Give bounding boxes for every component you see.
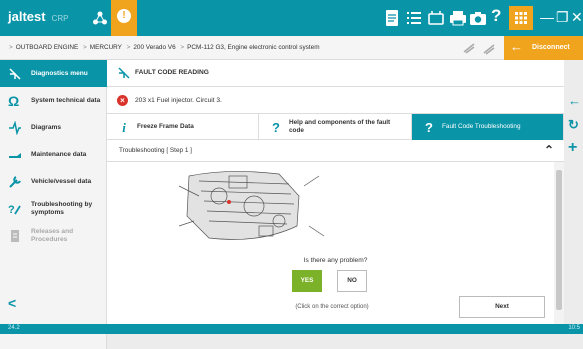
- status-bar: 24.2 10:5: [0, 324, 583, 334]
- warning-button[interactable]: !: [111, 0, 137, 36]
- sidebar-item-system-technical-data[interactable]: Ω System technical data: [0, 87, 107, 114]
- troubleshoot-icon: ?: [425, 120, 433, 135]
- sidebar: Diagnostics menu Ω System technical data…: [0, 60, 107, 349]
- error-icon: ×: [117, 95, 128, 106]
- sidebar-item-troubleshooting-by-symptoms[interactable]: ? Troubleshooting by symptoms: [0, 195, 107, 222]
- step-bar: Troubleshooting [ Step 1 ] ⌃: [107, 140, 564, 162]
- arrow-left-icon: ←: [510, 39, 523, 54]
- link-status-icon: [463, 43, 475, 54]
- diagram-icon: [9, 121, 21, 135]
- plus-icon[interactable]: +: [568, 139, 577, 157]
- tab-fault-code-troubleshooting[interactable]: ? Fault Code Troubleshooting: [412, 114, 564, 140]
- minimize-icon[interactable]: —: [540, 9, 554, 25]
- signal-icon: [483, 44, 495, 55]
- app-logo: jaltest CRP: [8, 9, 69, 24]
- breadcrumb-item[interactable]: PCM-112 G3, Engine electronic control sy…: [187, 44, 319, 51]
- sidebar-item-maintenance-data[interactable]: Maintenance data: [0, 141, 107, 168]
- chevron-up-icon[interactable]: ⌃: [544, 143, 554, 157]
- right-toolbar: ← ↻ +: [564, 87, 583, 324]
- close-icon[interactable]: ✕: [571, 9, 583, 26]
- breadcrumb-item[interactable]: 200 Verado V6: [133, 44, 175, 51]
- sidebar-item-releases-and-procedures: Releases and Procedures: [0, 222, 107, 249]
- list-icon[interactable]: [404, 8, 424, 28]
- fault-code-text: 203 x1 Fuel injector. Circuit 3.: [135, 97, 222, 104]
- keyboard-icon[interactable]: [426, 8, 446, 28]
- help-icon: ?: [272, 120, 280, 135]
- scrollbar-thumb[interactable]: [556, 170, 562, 310]
- troubleshoot-icon: ?: [8, 204, 21, 216]
- tab-freeze-frame-data[interactable]: i Freeze Frame Data: [107, 114, 259, 140]
- info-icon: i: [122, 120, 126, 135]
- help-icon[interactable]: ?: [491, 6, 501, 26]
- scrollbar[interactable]: [554, 162, 564, 324]
- sidebar-item-diagrams[interactable]: Diagrams: [0, 114, 107, 141]
- step-label: Troubleshooting [ Step 1 ]: [119, 147, 192, 154]
- releases-icon: [11, 230, 19, 242]
- clock: 10:5: [568, 325, 580, 331]
- top-bar: jaltest CRP ! ? — ❐ ✕: [0, 0, 583, 36]
- engine-image: [159, 166, 329, 248]
- ohm-icon: Ω: [8, 93, 20, 109]
- network-icon[interactable]: [92, 10, 108, 26]
- document-icon[interactable]: [382, 8, 402, 28]
- page-header: FAULT CODE READING: [107, 60, 564, 87]
- version-label: 24.2: [8, 325, 20, 331]
- next-button[interactable]: Next: [459, 296, 545, 318]
- refresh-icon[interactable]: ↻: [568, 117, 579, 133]
- diagnostics-icon: [118, 67, 130, 79]
- apps-button[interactable]: [509, 6, 533, 30]
- wrench-icon: [9, 176, 21, 188]
- maximize-icon[interactable]: ❐: [556, 9, 569, 26]
- troubleshooting-panel: Is there any problem? YES NO (Click on t…: [107, 162, 564, 324]
- disconnect-button[interactable]: ← Disconnect: [504, 36, 583, 60]
- oil-can-icon: [9, 153, 21, 158]
- warning-icon: !: [117, 9, 131, 23]
- tab-help-and-components[interactable]: ? Help and components of the fault code: [259, 114, 412, 140]
- printer-icon[interactable]: [448, 8, 468, 28]
- back-chevron-icon[interactable]: <: [8, 295, 16, 311]
- yes-button[interactable]: YES: [292, 270, 322, 292]
- breadcrumb-item[interactable]: OUTBOARD ENGINE: [16, 44, 79, 51]
- no-button[interactable]: NO: [337, 270, 367, 292]
- camera-icon[interactable]: [468, 8, 488, 28]
- breadcrumb: > OUTBOARD ENGINE > MERCURY >200 Verado V6…: [0, 36, 583, 60]
- arrow-left-icon[interactable]: ←: [568, 93, 581, 108]
- sidebar-item-vehicle-vessel-data[interactable]: Vehicle/vessel data: [0, 168, 107, 195]
- breadcrumb-item[interactable]: MERCURY: [90, 44, 122, 51]
- apps-icon: [515, 12, 527, 24]
- diagnostics-icon: [9, 68, 21, 80]
- fault-code-row[interactable]: × 203 x1 Fuel injector. Circuit 3.: [107, 87, 564, 114]
- page-title: FAULT CODE READING: [135, 69, 209, 76]
- question-text: Is there any problem?: [303, 257, 368, 264]
- svg-text:?: ?: [8, 204, 15, 216]
- sidebar-item-diagnostics-menu[interactable]: Diagnostics menu: [0, 60, 107, 87]
- tab-bar: i Freeze Frame Data ? Help and component…: [107, 114, 564, 140]
